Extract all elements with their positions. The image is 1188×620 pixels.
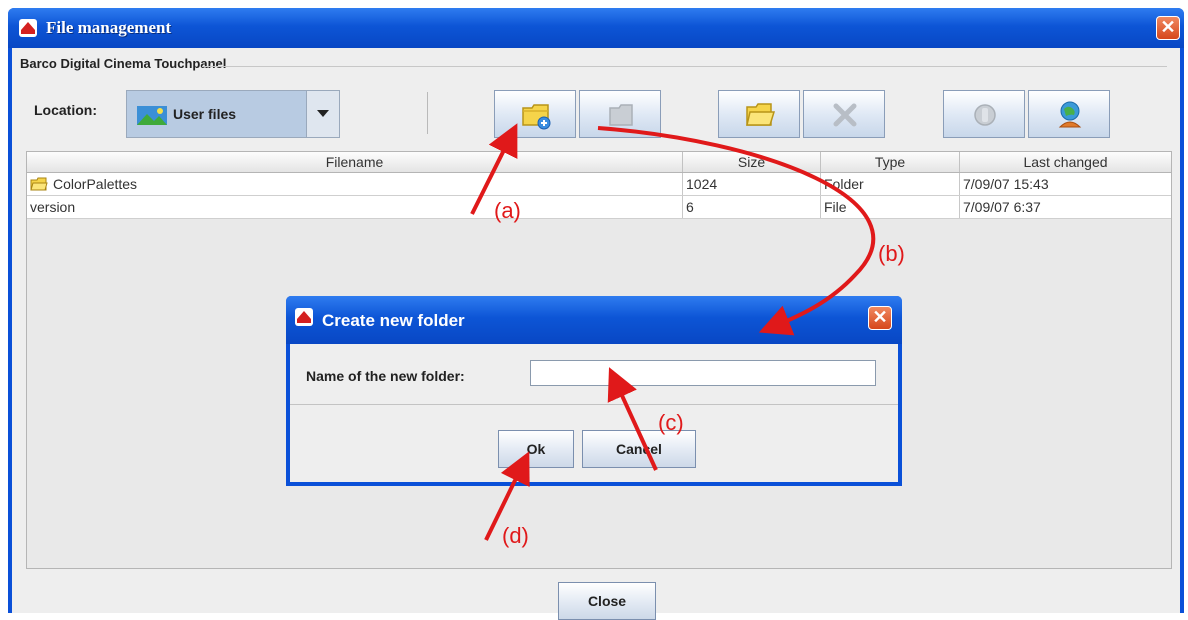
- arrow-b: [597, 126, 876, 336]
- annotation-c: (c): [658, 410, 684, 435]
- annotation-a: (a): [494, 198, 521, 223]
- arrow-c: [607, 367, 658, 471]
- annotation-arrows: [470, 123, 876, 541]
- annotation-b: (b): [878, 241, 905, 266]
- annotation-d: (d): [502, 523, 529, 548]
